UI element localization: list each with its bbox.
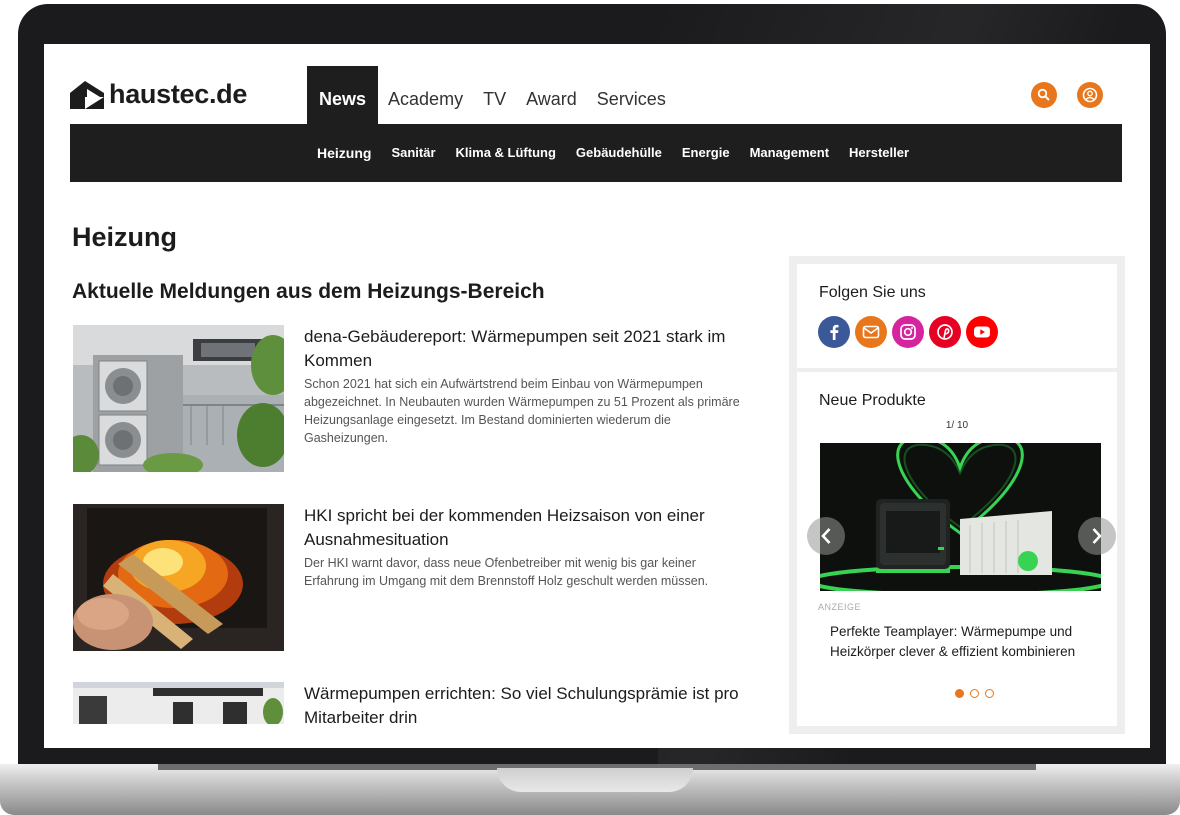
article-thumbnail-heatpump[interactable] xyxy=(73,325,284,472)
search-button[interactable] xyxy=(1031,82,1057,108)
laptop-notch xyxy=(497,768,693,792)
follow-panel xyxy=(797,264,1117,368)
page-title: Heizung xyxy=(72,222,177,252)
chevron-right-icon xyxy=(1092,528,1102,544)
nav-academy[interactable]: Academy xyxy=(378,88,473,124)
subnav-heizung[interactable]: Heizung xyxy=(317,145,371,161)
site-logo[interactable]: haustec.de xyxy=(70,77,247,109)
house-logo-icon xyxy=(70,79,104,109)
subnav-gebaeudehuelle[interactable]: Gebäudehülle xyxy=(576,145,662,161)
nav-tv[interactable]: TV xyxy=(473,88,516,124)
carousel-dot[interactable] xyxy=(970,689,979,698)
nav-award[interactable]: Award xyxy=(516,88,587,124)
instagram-button[interactable] xyxy=(892,316,924,348)
logo-text: haustec.de xyxy=(109,79,248,109)
facebook-button[interactable] xyxy=(818,316,850,348)
subnav-hersteller[interactable]: Hersteller xyxy=(849,145,909,161)
carousel-prev-button[interactable] xyxy=(807,517,845,555)
ad-label: ANZEIGE xyxy=(818,602,862,612)
carousel-next-button[interactable] xyxy=(1078,517,1116,555)
user-icon xyxy=(1082,87,1098,103)
search-icon xyxy=(1037,88,1050,101)
article-teaser: Der HKI warnt davor, dass neue Ofenbetre… xyxy=(304,556,709,588)
subnav-management[interactable]: Management xyxy=(750,145,829,161)
subnav-energie[interactable]: Energie xyxy=(682,145,730,161)
facebook-icon xyxy=(830,324,839,340)
chevron-left-icon xyxy=(821,528,831,544)
subnav-sanitaer[interactable]: Sanitär xyxy=(391,145,435,161)
article-thumbnail-fireplace[interactable] xyxy=(73,504,284,651)
email-button[interactable] xyxy=(855,316,887,348)
article-headline[interactable]: HKI spricht bei der kommenden Heizsaison… xyxy=(304,504,744,552)
account-button[interactable] xyxy=(1077,82,1103,108)
article-item[interactable]: dena-Gebäudereport: Wärmepumpen seit 202… xyxy=(73,325,753,472)
pinterest-icon xyxy=(937,324,953,340)
article-teaser: Schon 2021 hat sich ein Aufwärtstrend be… xyxy=(304,377,740,445)
follow-title: Folgen Sie uns xyxy=(819,284,926,301)
category-subnav: Heizung Sanitär Klima & Lüftung Gebäudeh… xyxy=(70,124,1122,182)
instagram-icon xyxy=(900,324,916,340)
youtube-button[interactable] xyxy=(966,316,998,348)
carousel-dots xyxy=(955,689,1000,698)
subnav-klima-lueftung[interactable]: Klima & Lüftung xyxy=(456,145,556,161)
article-item[interactable]: HKI spricht bei der kommenden Heizsaison… xyxy=(73,504,753,651)
article-headline[interactable]: dena-Gebäudereport: Wärmepumpen seit 202… xyxy=(304,325,744,373)
article-headline[interactable]: Wärmepumpen errichten: So viel Schulungs… xyxy=(304,682,744,730)
products-title: Neue Produkte xyxy=(819,392,926,409)
browser-screen: haustec.de News Academy TV Award Service… xyxy=(44,44,1150,748)
main-nav: News Academy TV Award Services xyxy=(307,66,676,124)
product-image[interactable] xyxy=(820,443,1101,591)
slide-counter: 1/ 10 xyxy=(945,420,969,431)
carousel-dot-active[interactable] xyxy=(955,689,964,698)
youtube-icon xyxy=(974,326,990,338)
product-title[interactable]: Perfekte Teamplayer: Wärmepumpe und Heiz… xyxy=(830,622,1090,662)
article-thumbnail-building[interactable] xyxy=(73,682,284,724)
sidebar: Folgen Sie uns Neue Produkte 1/ 10 ANZEI… xyxy=(789,256,1125,734)
section-title: Aktuelle Meldungen aus dem Heizungs-Bere… xyxy=(72,280,545,303)
nav-services[interactable]: Services xyxy=(587,88,676,124)
pinterest-button[interactable] xyxy=(929,316,961,348)
nav-news[interactable]: News xyxy=(307,66,379,124)
mail-icon xyxy=(862,325,880,339)
carousel-dot[interactable] xyxy=(985,689,994,698)
article-item[interactable]: Wärmepumpen errichten: So viel Schulungs… xyxy=(73,682,753,748)
